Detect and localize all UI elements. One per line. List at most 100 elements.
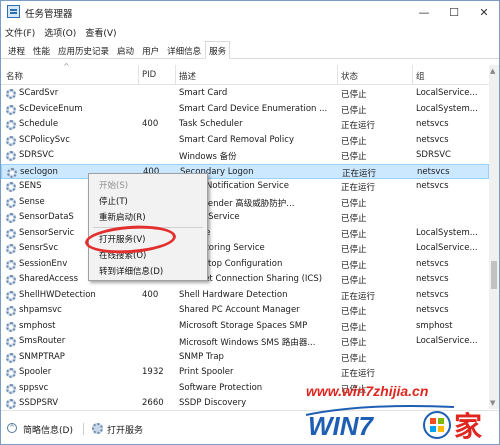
service-row[interactable]: seclogon 400 Secondary Logon 正在运行 netsvcs	[1, 163, 489, 179]
service-status: 正在运行	[341, 183, 376, 193]
service-status: 已停止	[341, 276, 367, 286]
service-name: shpamsvc	[19, 305, 62, 315]
service-group: netsvcs	[416, 305, 449, 315]
gear-icon	[6, 290, 16, 301]
service-group: netsvcs	[416, 181, 449, 191]
service-pid: 1932	[142, 367, 164, 377]
service-row[interactable]: SNMPTRAP SNMP Trap 已停止	[1, 350, 489, 366]
gear-icon	[6, 368, 16, 378]
menu-item-go-to-details[interactable]: 转到详细信息(D)	[99, 265, 163, 277]
gear-icon	[6, 89, 16, 99]
tab-startup[interactable]: 启动	[113, 41, 138, 59]
service-name: SmsRouter	[19, 336, 66, 346]
column-pid[interactable]: PID	[142, 70, 156, 80]
service-status: 已停止	[341, 105, 367, 116]
gear-icon	[6, 120, 16, 130]
service-row[interactable]: SCardSvr Smart Card 已停止 LocalService...	[1, 86, 489, 102]
gear-icon	[7, 167, 17, 178]
column-status[interactable]: 状态	[341, 70, 358, 82]
service-name: ShellHWDetection	[19, 289, 96, 300]
gear-icon	[6, 244, 16, 254]
vertical-scrollbar[interactable]: ▲ ▼	[489, 65, 499, 409]
gear-icon	[6, 135, 16, 146]
service-row[interactable]: SensorDataS r Data Service 已停止	[1, 210, 489, 226]
menu-options[interactable]: 选项(O)	[44, 26, 76, 39]
service-description: Windows 备份	[179, 152, 237, 162]
gear-icon	[6, 151, 16, 161]
gear-icon	[6, 352, 16, 363]
service-row[interactable]: Sense ws Defender 高级威胁防护... 已停止	[1, 195, 489, 211]
service-group: LocalSystem...	[416, 103, 478, 114]
service-status: 已停止	[341, 214, 367, 224]
service-name: SNMPTRAP	[19, 351, 65, 362]
table-header: ^ 名称 PID 描述 状态 组	[1, 62, 489, 85]
service-row[interactable]: smphost Microsoft Storage Spaces SMP 已停止 sm…	[1, 319, 489, 335]
service-name: smphost	[19, 320, 56, 331]
service-description: Smart Card Removal Policy	[179, 134, 294, 145]
scrollbar-thumb[interactable]	[491, 261, 497, 289]
tab-services[interactable]: 服务	[205, 41, 231, 59]
service-row[interactable]: SDRSVC Windows 备份 已停止 SDRSVC	[1, 148, 489, 164]
service-status: 正在运行	[342, 168, 377, 179]
tab-performance[interactable]: 性能	[29, 41, 54, 59]
service-group: LocalService...	[416, 336, 478, 346]
service-row[interactable]: shpamsvc Shared PC Account Manager 已停止 nets…	[1, 303, 489, 319]
service-group: netsvcs	[416, 134, 449, 145]
menu-item-start[interactable]: 开始(S)	[99, 179, 128, 191]
menu-item-stop[interactable]: 停止(T)	[99, 195, 128, 207]
tab-app-history[interactable]: 应用历史记录	[54, 41, 113, 59]
menu-item-restart[interactable]: 重新启动(R)	[99, 211, 146, 223]
window-title: 任务管理器	[25, 9, 73, 20]
service-row[interactable]: Schedule 400 Task Scheduler 正在运行 netsvcs	[1, 117, 489, 133]
column-description[interactable]: 描述	[179, 70, 196, 82]
service-row[interactable]: Spooler 1932 Print Spooler 正在运行	[1, 365, 489, 381]
minimize-button[interactable]: —	[409, 1, 439, 23]
service-row[interactable]: ShellHWDetection 400 Shell Hardware Detect…	[1, 288, 489, 304]
service-status: 正在运行	[341, 369, 376, 379]
service-row[interactable]: SensorServicService已停止LocalSystem...	[1, 226, 489, 242]
service-row[interactable]: SharedAccess Internet Connection Sharing …	[1, 272, 489, 288]
gear-icon	[6, 197, 16, 208]
service-status: 已停止	[341, 136, 367, 147]
column-divider[interactable]	[138, 65, 139, 85]
column-divider[interactable]	[412, 65, 413, 85]
open-services-link[interactable]: 打开服务	[107, 423, 143, 436]
tab-processes[interactable]: 进程	[4, 41, 29, 59]
menu-file[interactable]: 文件(F)	[5, 26, 35, 39]
chevron-up-icon[interactable]: ^	[7, 423, 17, 433]
service-group: LocalSystem...	[416, 227, 478, 238]
task-manager-window: 任务管理器 — ☐ ✕ 文件(F) 选项(O) 查看(V) 进程 性能 应用历史…	[0, 0, 500, 445]
tab-users[interactable]: 用户	[138, 41, 163, 59]
service-row[interactable]: ScDeviceEnum Smart Card Device Enumeratio…	[1, 102, 489, 118]
service-group: SDRSVC	[416, 150, 451, 160]
service-row[interactable]: SensrSvc r Monitoring Service 已停止 LocalServ…	[1, 241, 489, 257]
site-watermark: www.win7zhijia.cn WIN7 家	[304, 383, 499, 443]
column-name[interactable]: 名称	[6, 70, 23, 82]
menu-view[interactable]: 查看(V)	[85, 26, 116, 39]
tab-details[interactable]: 详细信息	[163, 41, 205, 59]
service-row[interactable]: SCPolicySvc Smart Card Removal Policy 已停止 n…	[1, 133, 489, 149]
title-bar[interactable]: 任务管理器 — ☐ ✕	[1, 1, 499, 23]
service-description: Smart Card Device Enumeration ...	[179, 103, 328, 114]
service-status: 已停止	[341, 152, 367, 162]
column-divider[interactable]	[337, 65, 338, 85]
maximize-button[interactable]: ☐	[439, 1, 469, 23]
scroll-up-icon[interactable]: ▲	[490, 67, 495, 75]
close-button[interactable]: ✕	[469, 1, 499, 23]
gear-icon	[6, 228, 16, 239]
gear-icon	[6, 275, 16, 285]
service-row[interactable]: SmsRouter Microsoft Windows SMS 路由器... 已停止…	[1, 334, 489, 350]
service-name: SCPolicySvc	[19, 134, 70, 145]
service-row[interactable]: SENS Event Notification Service 正在运行 netsvc…	[1, 179, 489, 195]
service-status: 已停止	[341, 90, 367, 100]
column-divider[interactable]	[175, 65, 176, 85]
service-row[interactable]: SessionEnv e Desktop Configuration 已停止 nets…	[1, 257, 489, 273]
column-group[interactable]: 组	[416, 70, 425, 82]
gear-icon	[6, 259, 16, 270]
watermark-url: www.win7zhijia.cn	[306, 383, 429, 399]
service-pid: 400	[142, 119, 159, 129]
service-group: netsvcs	[416, 289, 449, 300]
fewer-details-link[interactable]: 简略信息(D)	[23, 423, 73, 436]
service-group: LocalService...	[416, 88, 478, 98]
gear-icon	[6, 321, 16, 332]
